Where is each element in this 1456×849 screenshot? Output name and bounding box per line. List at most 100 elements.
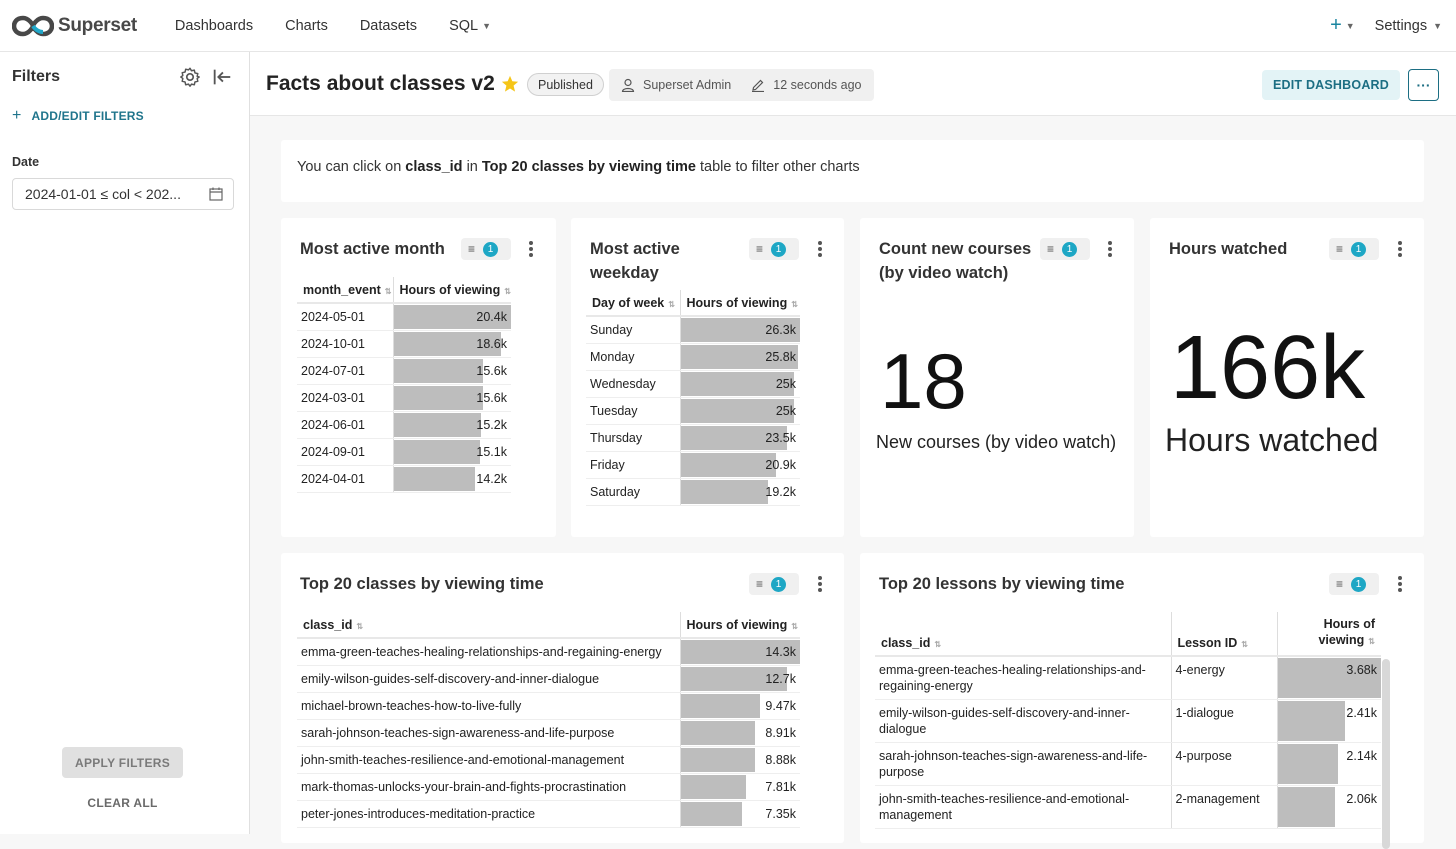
table-row[interactable]: Thursday 23.5k [586, 424, 800, 452]
nav-dashboards[interactable]: Dashboards [159, 0, 269, 52]
table-row[interactable]: Saturday 19.2k [586, 478, 800, 506]
table-row[interactable]: 2024-03-01 15.6k [297, 384, 511, 412]
month-table: month_event ⇅ Hours of viewing ⇅ 2024-05-0… [297, 277, 511, 493]
filter-indicator[interactable]: ≡ 1 [1329, 238, 1379, 260]
column-header[interactable]: class_id ⇅ [297, 612, 680, 639]
table-row[interactable]: john-smith-teaches-resilience-and-emotio… [875, 785, 1381, 829]
filter-indicator[interactable]: ≡ 1 [1040, 238, 1090, 260]
column-header[interactable]: Hours of viewing ⇅ [1276, 612, 1381, 657]
value-bar [394, 385, 484, 410]
chart-menu-icon[interactable] [1395, 574, 1405, 594]
table-row[interactable]: michael-brown-teaches-how-to-live-fully 9… [297, 692, 800, 720]
table-row[interactable]: emma-green-teaches-healing-relationships… [875, 656, 1381, 700]
table-row[interactable]: 2024-09-01 15.1k [297, 438, 511, 466]
scrollbar[interactable] [1382, 659, 1390, 849]
table-row[interactable]: Wednesday 25k [586, 370, 800, 398]
table-row[interactable]: Sunday 26.3k [586, 316, 800, 344]
row-label[interactable]: emily-wilson-guides-self-discovery-and-i… [297, 665, 680, 693]
table-row[interactable]: 2024-10-01 18.6k [297, 330, 511, 358]
chart-menu-icon[interactable] [1105, 239, 1115, 259]
table-row[interactable]: peter-jones-introduces-meditation-practi… [297, 800, 800, 828]
cell-value: 25k [775, 376, 796, 391]
table-row[interactable]: sarah-johnson-teaches-sign-awareness-and… [875, 742, 1381, 786]
column-header-label: class_id [303, 617, 353, 632]
table-row[interactable]: emily-wilson-guides-self-discovery-and-i… [297, 665, 800, 693]
new-item-button[interactable]: + ▼ [1330, 14, 1355, 37]
cell-value: 19.2k [765, 484, 796, 499]
table-row[interactable]: mark-thomas-unlocks-your-brain-and-fight… [297, 773, 800, 801]
collapse-sidebar-icon[interactable] [211, 66, 233, 88]
table-row[interactable]: john-smith-teaches-resilience-and-emotio… [297, 746, 800, 774]
chart-title-line1: Most active [590, 240, 680, 258]
column-header[interactable]: class_id ⇅ [875, 612, 1171, 657]
table-row[interactable]: 2024-04-01 14.2k [297, 465, 511, 493]
md-text-2: in [462, 159, 482, 175]
chart-menu-icon[interactable] [526, 239, 536, 259]
column-header-label: Hours of viewing [686, 295, 788, 310]
chart-title: Most active month [300, 240, 445, 258]
big-number-subheader: Hours watched [1165, 422, 1379, 458]
dashboard-title[interactable]: Facts about classes v2 [266, 72, 495, 96]
column-header[interactable]: Hours of viewing ⇅ [679, 612, 800, 639]
star-icon[interactable] [501, 75, 519, 93]
markdown-text: You can click on class_id in Top 20 clas… [297, 159, 860, 175]
filter-count: 1 [771, 576, 787, 592]
settings-menu[interactable]: Settings ▼ [1375, 18, 1442, 34]
weekday-table: Day of week ⇅ Hours of viewing ⇅ Sunday 26.… [586, 290, 800, 506]
chart-title: Most active weekday [590, 237, 680, 285]
row-label[interactable]: emma-green-teaches-healing-relationships… [297, 638, 680, 666]
row-label[interactable]: sarah-johnson-teaches-sign-awareness-and… [297, 719, 680, 747]
row-label[interactable]: peter-jones-introduces-meditation-practi… [297, 800, 680, 828]
nav-sql[interactable]: SQL ▼ [433, 0, 507, 52]
apply-filters-button[interactable]: APPLY FILTERS [62, 747, 183, 778]
filter-indicator[interactable]: ≡ 1 [749, 573, 799, 595]
top-navbar: Superset Dashboards Charts Datasets SQL … [0, 0, 1456, 52]
status-badge[interactable]: Published [527, 73, 604, 96]
column-header[interactable]: Day of week ⇅ [586, 290, 680, 317]
column-header[interactable]: Lesson ID ⇅ [1170, 612, 1277, 657]
row-label[interactable]: john-smith-teaches-resilience-and-emotio… [297, 746, 680, 774]
date-filter-input[interactable]: 2024-01-01 ≤ col < 202... [12, 178, 234, 210]
filter-indicator[interactable]: ≡ 1 [749, 238, 799, 260]
table-row[interactable]: 2024-07-01 15.6k [297, 357, 511, 385]
chart-menu-icon[interactable] [1395, 239, 1405, 259]
table-row[interactable]: sarah-johnson-teaches-sign-awareness-and… [297, 719, 800, 747]
column-header[interactable]: month_event ⇅ [297, 277, 393, 304]
table-row[interactable]: emma-green-teaches-healing-relationships… [297, 638, 800, 666]
table-row[interactable]: emily-wilson-guides-self-discovery-and-i… [875, 699, 1381, 743]
bar-cell: 14.2k [392, 465, 511, 493]
add-edit-filters-button[interactable]: + ADD/EDIT FILTERS [12, 107, 144, 125]
row-label: Sunday [586, 316, 680, 344]
chart-menu-icon[interactable] [815, 574, 825, 594]
table-row[interactable]: Friday 20.9k [586, 451, 800, 479]
table-row[interactable]: Monday 25.8k [586, 343, 800, 371]
lesson-id: 4-purpose [1170, 742, 1277, 786]
filter-indicator[interactable]: ≡ 1 [461, 238, 511, 260]
more-options-button[interactable]: ··· [1408, 69, 1439, 101]
chart-most-active-weekday: Most active weekday ≡ 1 Day of week ⇅ Hou… [571, 218, 844, 537]
superset-logo[interactable]: Superset [12, 14, 137, 38]
row-label[interactable]: mark-thomas-unlocks-your-brain-and-fight… [297, 773, 680, 801]
edit-dashboard-button[interactable]: EDIT DASHBOARD [1262, 70, 1400, 100]
table-row[interactable]: 2024-06-01 15.2k [297, 411, 511, 439]
column-header-label: viewing [1318, 633, 1365, 647]
column-header[interactable]: Hours of viewing ⇅ [679, 290, 800, 317]
bar-cell: 25k [679, 370, 800, 398]
row-label: Saturday [586, 478, 680, 506]
table-row[interactable]: 2024-05-01 20.4k [297, 303, 511, 331]
chart-most-active-month: Most active month ≡ 1 month_event ⇅ Hours… [281, 218, 556, 537]
table-row[interactable]: Tuesday 25k [586, 397, 800, 425]
superset-logo-icon [12, 15, 54, 36]
filter-indicator[interactable]: ≡ 1 [1329, 573, 1379, 595]
clear-all-button[interactable]: CLEAR ALL [62, 796, 183, 810]
nav-charts[interactable]: Charts [269, 0, 344, 52]
column-header-label: Day of week [592, 295, 665, 310]
chart-menu-icon[interactable] [815, 239, 825, 259]
cell-value: 2.06k [1346, 791, 1377, 806]
calendar-icon [209, 187, 223, 201]
column-header[interactable]: Hours of viewing ⇅ [392, 277, 511, 304]
gear-icon[interactable] [179, 66, 201, 88]
row-label[interactable]: michael-brown-teaches-how-to-live-fully [297, 692, 680, 720]
nav-datasets[interactable]: Datasets [344, 0, 433, 52]
value-bar [1278, 700, 1346, 741]
